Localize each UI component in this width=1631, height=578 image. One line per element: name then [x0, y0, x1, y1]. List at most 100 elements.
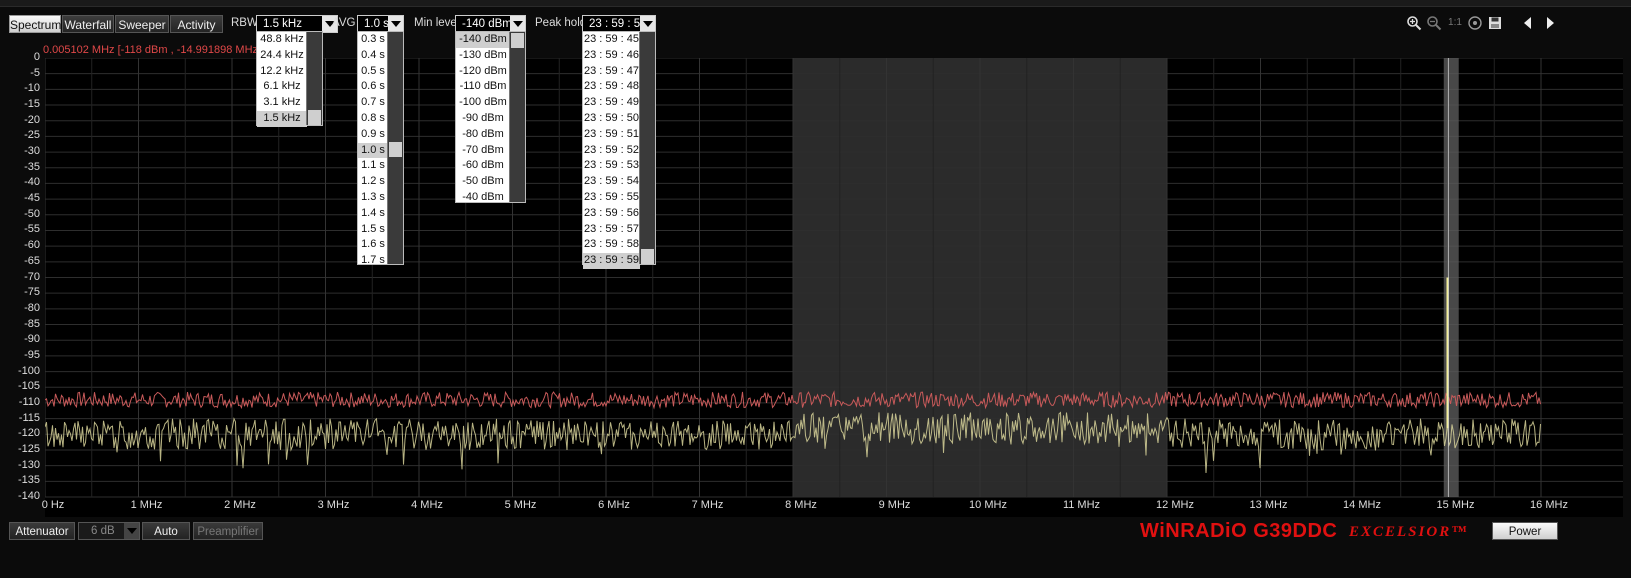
y-tick-label: -5: [30, 66, 40, 79]
zoom-in-icon[interactable]: [1406, 15, 1422, 31]
dropdown-option[interactable]: -140 dBm: [456, 32, 510, 48]
bottom-bar: Attenuator 6 dB Auto Preamplifier Power: [0, 522, 1631, 578]
spectrum-plot[interactable]: [45, 58, 1623, 517]
dropdown-option[interactable]: 23 : 59 : 56: [583, 206, 640, 222]
x-tick-label: 1 MHz: [130, 499, 163, 511]
y-tick-label: -30: [24, 145, 40, 158]
zoom-out-icon[interactable]: [1426, 15, 1442, 31]
dropdown-option[interactable]: 48.8 kHz: [257, 32, 307, 48]
auto-button[interactable]: Auto: [142, 522, 190, 540]
y-tick-label: -135: [17, 474, 40, 487]
tab-sweeper[interactable]: Sweeper: [115, 15, 169, 33]
dropdown-option[interactable]: 23 : 59 : 58: [583, 237, 640, 253]
scrollbar-thumb[interactable]: [389, 142, 402, 157]
scrollbar[interactable]: [387, 32, 403, 264]
dropdown-option[interactable]: -50 dBm: [456, 174, 510, 190]
cursor-readout: 0.005102 MHz [-118 dBm , -14.991898 MHz]: [43, 44, 262, 56]
dropdown-option[interactable]: 6.1 kHz: [257, 79, 307, 95]
peak-hold-label: Peak hold: [535, 17, 587, 29]
dropdown-option[interactable]: -120 dBm: [456, 64, 510, 80]
y-tick-label: -35: [24, 160, 40, 173]
y-tick-label: -65: [24, 254, 40, 267]
x-tick-label: 5 MHz: [504, 499, 537, 511]
prev-icon[interactable]: [1520, 15, 1536, 31]
dropdown-option[interactable]: 1.5 s: [358, 222, 388, 238]
y-tick-label: -25: [24, 129, 40, 142]
dropdown-option[interactable]: 0.5 s: [358, 64, 388, 80]
chevron-down-icon[interactable]: [388, 16, 403, 32]
zoom-reset-icon[interactable]: 1:1: [1447, 15, 1463, 31]
dropdown-option[interactable]: 1.3 s: [358, 190, 388, 206]
dropdown-option[interactable]: 23 : 59 : 45: [583, 32, 640, 48]
chevron-down-icon[interactable]: [640, 16, 655, 32]
dropdown-option[interactable]: 23 : 59 : 46: [583, 48, 640, 64]
dropdown-option[interactable]: 23 : 59 : 49: [583, 95, 640, 111]
dropdown-option[interactable]: 0.3 s: [358, 32, 388, 48]
dropdown-option[interactable]: -80 dBm: [456, 127, 510, 143]
dropdown-option[interactable]: 1.1 s: [358, 158, 388, 174]
dropdown-option[interactable]: -70 dBm: [456, 143, 510, 159]
y-tick-label: -15: [24, 98, 40, 111]
x-tick-label: 12 MHz: [1156, 499, 1194, 511]
dropdown-option[interactable]: 1.6 s: [358, 237, 388, 253]
scrollbar[interactable]: [639, 32, 655, 264]
dropdown-option[interactable]: 23 : 59 : 47: [583, 64, 640, 80]
dropdown-option[interactable]: 1.5 kHz: [257, 110, 307, 127]
dropdown-option[interactable]: 1.4 s: [358, 206, 388, 222]
dropdown-option[interactable]: -90 dBm: [456, 111, 510, 127]
preamplifier-button[interactable]: Preamplifier: [193, 522, 263, 540]
rbw-dropdown-list[interactable]: 48.8 kHz 24.4 kHz 12.2 kHz 6.1 kHz 3.1 kHz 1.…: [256, 31, 323, 127]
y-tick-label: -120: [17, 427, 40, 440]
y-tick-label: -140: [17, 490, 40, 502]
chevron-down-icon[interactable]: [510, 16, 525, 32]
dropdown-option[interactable]: 1.0 s: [358, 142, 388, 159]
dropdown-option[interactable]: 0.6 s: [358, 79, 388, 95]
power-button[interactable]: Power: [1492, 522, 1558, 540]
dropdown-option[interactable]: 0.8 s: [358, 111, 388, 127]
dropdown-option[interactable]: 3.1 kHz: [257, 95, 307, 111]
dropdown-option[interactable]: 0.7 s: [358, 95, 388, 111]
dropdown-option[interactable]: 23 : 59 : 51: [583, 127, 640, 143]
dropdown-option[interactable]: 0.4 s: [358, 48, 388, 64]
y-tick-label: -50: [24, 207, 40, 220]
scrollbar[interactable]: [306, 32, 322, 125]
dropdown-option[interactable]: -100 dBm: [456, 95, 510, 111]
dropdown-option[interactable]: 23 : 59 : 50: [583, 111, 640, 127]
scrollbar-thumb[interactable]: [641, 249, 654, 264]
dropdown-option[interactable]: 0.9 s: [358, 127, 388, 143]
tab-waterfall[interactable]: Waterfall: [62, 15, 114, 33]
min-level-dropdown-list[interactable]: -140 dBm -130 dBm -120 dBm -110 dBm -100 dBm…: [455, 31, 526, 203]
dropdown-option[interactable]: 12.2 kHz: [257, 64, 307, 80]
dropdown-option[interactable]: 23 : 59 : 48: [583, 79, 640, 95]
dropdown-option[interactable]: 23 : 59 : 52: [583, 143, 640, 159]
dropdown-option[interactable]: 23 : 59 : 59: [583, 253, 640, 269]
dropdown-option[interactable]: 1.7 s: [358, 253, 388, 269]
dropdown-option[interactable]: 24.4 kHz: [257, 48, 307, 64]
save-icon[interactable]: [1487, 15, 1503, 31]
dropdown-option[interactable]: -40 dBm: [456, 190, 510, 206]
next-icon[interactable]: [1542, 15, 1558, 31]
dropdown-option[interactable]: -130 dBm: [456, 48, 510, 64]
tab-activity[interactable]: Activity: [170, 15, 223, 33]
scrollbar[interactable]: [509, 32, 525, 202]
scrollbar-thumb[interactable]: [511, 33, 524, 48]
y-tick-label: -100: [17, 364, 40, 377]
dropdown-option[interactable]: 23 : 59 : 54: [583, 174, 640, 190]
tab-spectrum[interactable]: Spectrum: [9, 15, 61, 33]
attenuator-button[interactable]: Attenuator: [9, 522, 75, 540]
dropdown-option[interactable]: -110 dBm: [456, 79, 510, 95]
y-tick-label: -85: [24, 317, 40, 330]
dropdown-option[interactable]: 23 : 59 : 53: [583, 158, 640, 174]
chevron-down-icon[interactable]: [124, 523, 139, 539]
dropdown-option[interactable]: 23 : 59 : 55: [583, 190, 640, 206]
dropdown-option[interactable]: 1.2 s: [358, 174, 388, 190]
scrollbar-thumb[interactable]: [308, 110, 321, 125]
attenuator-value: 6 dB: [91, 525, 115, 537]
peak-hold-dropdown-list[interactable]: 23 : 59 : 45 23 : 59 : 46 23 : 59 : 47 23 :…: [582, 31, 656, 269]
dropdown-option[interactable]: 23 : 59 : 57: [583, 222, 640, 238]
attenuator-select[interactable]: 6 dB: [78, 522, 140, 540]
dropdown-option[interactable]: -60 dBm: [456, 158, 510, 174]
avg-dropdown-list[interactable]: 0.3 s 0.4 s 0.5 s 0.6 s 0.7 s 0.8 s 0.9 s 1.0 s…: [357, 31, 404, 266]
y-tick-label: -75: [24, 286, 40, 299]
center-icon[interactable]: [1467, 15, 1483, 31]
